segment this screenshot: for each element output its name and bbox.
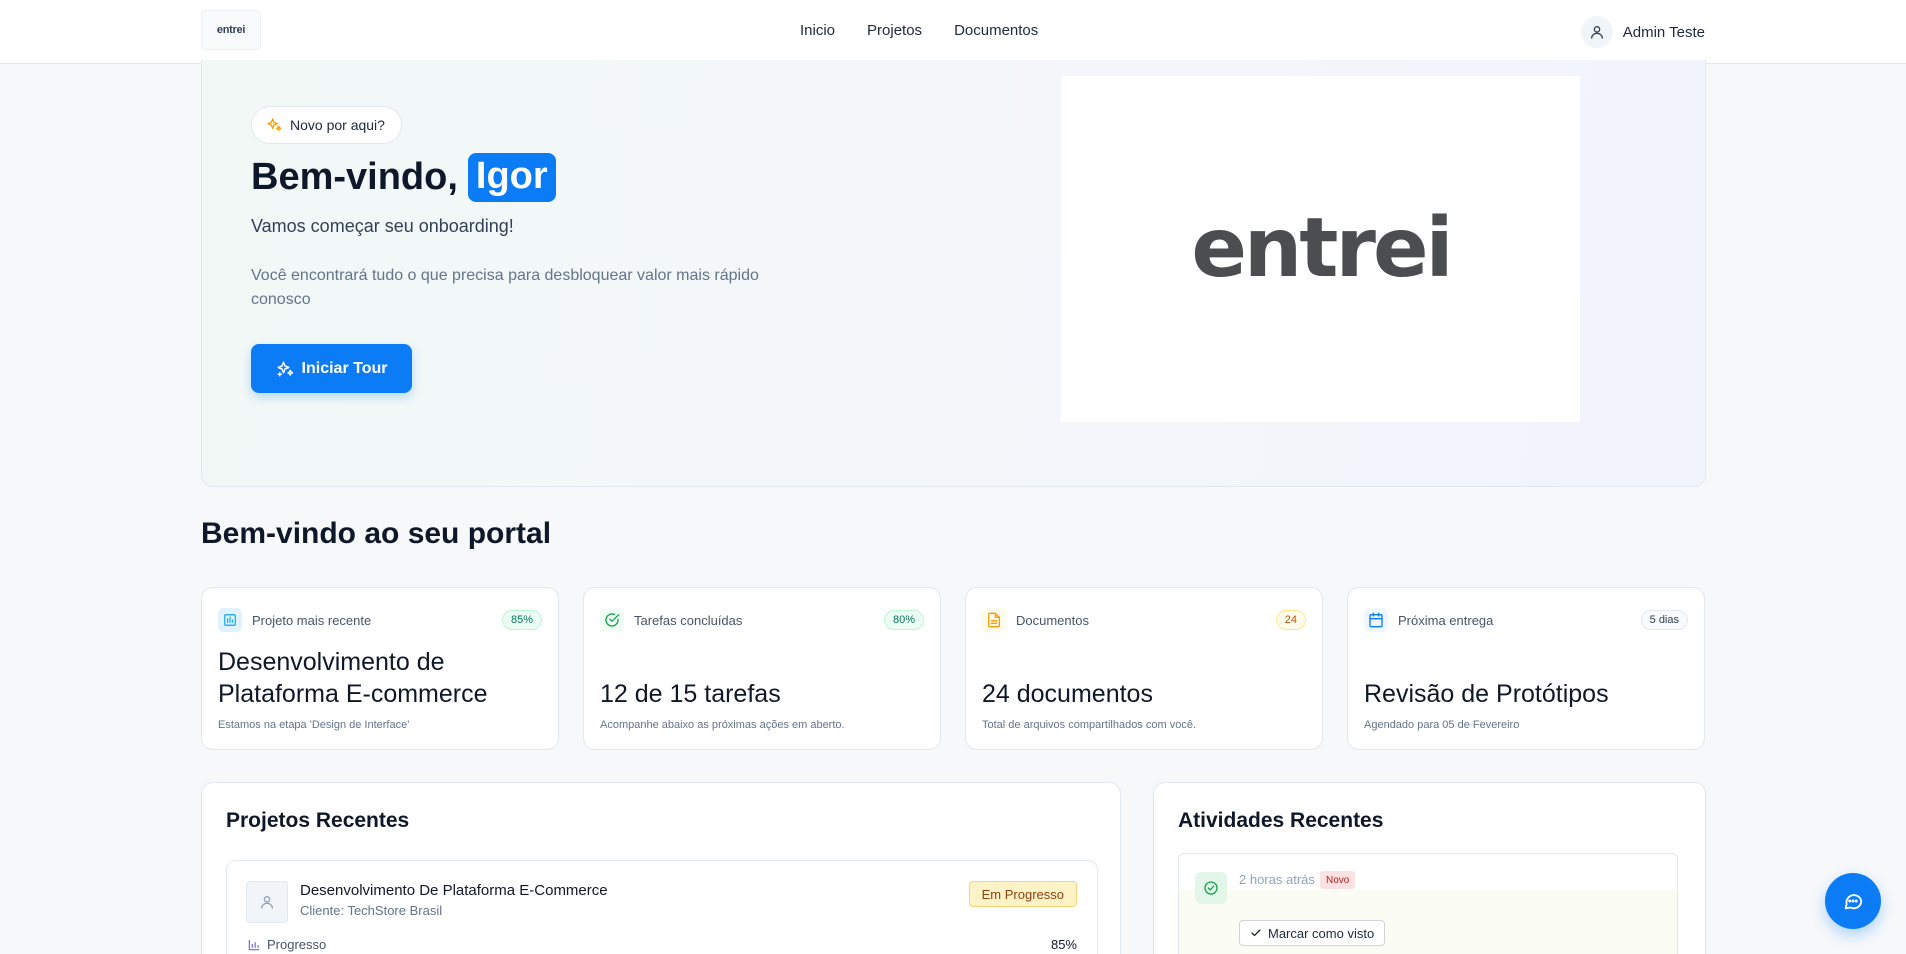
bar-chart-icon (248, 939, 260, 950)
stat-card-tasks[interactable]: Tarefas concluídas 80% 12 de 15 tarefas … (583, 587, 941, 750)
stat-badge: 5 dias (1640, 610, 1688, 630)
sparkles-icon (277, 361, 293, 376)
portal-title: Bem-vindo ao seu portal (201, 517, 552, 550)
status-badge: Em Progresso (968, 881, 1077, 907)
stat-note: Acompanhe abaixo as próximas ações em ab… (600, 719, 845, 731)
project-icon (218, 608, 242, 632)
stat-label: Tarefas concluídas (634, 612, 743, 628)
hero-user-name: Igor (467, 153, 556, 202)
hero-banner: Novo por aqui? Bem-vindo, Igor Vamos com… (201, 60, 1706, 487)
activity-item: 2 horas atrás Novo Marcar como visto (1178, 853, 1678, 954)
sparkles-icon (267, 118, 282, 131)
user-menu[interactable]: Admin Teste (1580, 16, 1705, 48)
stat-card-next-delivery[interactable]: Próxima entrega 5 dias Revisão de Protót… (1347, 587, 1705, 750)
project-progress-value: 85% (1050, 937, 1077, 952)
project-name[interactable]: Desenvolvimento De Plataforma E-Commerce (300, 882, 608, 899)
project-avatar (246, 881, 288, 923)
new-here-text: Novo por aqui? (290, 117, 385, 133)
activity-time: 2 horas atrás (1239, 872, 1315, 887)
mark-as-seen-button[interactable]: Marcar como visto (1239, 920, 1386, 946)
check-circle-icon (600, 608, 624, 632)
hero-title: Bem-vindo, Igor (251, 153, 556, 202)
user-icon (1590, 26, 1603, 39)
progress-text: Progresso (267, 937, 327, 952)
stat-value: 24 documentos (982, 680, 1153, 708)
nav-documentos[interactable]: Documentos (954, 22, 1038, 39)
stat-badge: 24 (1275, 610, 1306, 630)
recent-projects-panel: Projetos Recentes Desenvolvimento De Pla… (201, 782, 1121, 954)
nav-projetos[interactable]: Projetos (867, 22, 922, 39)
nav-inicio[interactable]: Inicio (800, 22, 835, 39)
calendar-icon (1364, 608, 1388, 632)
hero-description: Você encontrará tudo o que precisa para … (251, 267, 759, 308)
stat-badge: 80% (883, 610, 924, 630)
top-header: entrei Inicio Projetos Documentos Admin … (0, 0, 1906, 64)
stat-value: Desenvolvimento de Plataforma E-commerce (218, 648, 488, 708)
stat-value: 12 de 15 tarefas (600, 680, 781, 708)
new-badge: Novo (1320, 871, 1356, 889)
check-icon (1251, 929, 1261, 937)
recent-activities-panel: Atividades Recentes 2 horas atrás Novo M… (1153, 782, 1706, 954)
project-item[interactable]: Desenvolvimento De Plataforma E-Commerce… (226, 860, 1098, 954)
stat-badge: 85% (501, 610, 542, 630)
user-icon (261, 896, 273, 909)
document-icon (982, 608, 1006, 632)
user-avatar (1580, 16, 1613, 48)
recent-activities-title: Atividades Recentes (1178, 809, 1384, 832)
project-client: Cliente: TechStore Brasil (300, 903, 443, 918)
new-here-badge: Novo por aqui? (251, 106, 402, 144)
stat-note: Agendado para 05 de Fevereiro (1364, 719, 1520, 731)
header-logo[interactable]: entrei (201, 10, 261, 50)
stat-label: Projeto mais recente (252, 612, 372, 628)
start-tour-button[interactable]: Iniciar Tour (251, 344, 412, 393)
hero-title-prefix: Bem-vindo, (251, 156, 458, 198)
recent-projects-title: Projetos Recentes (226, 809, 410, 832)
stat-value: Revisão de Protótipos (1364, 680, 1609, 708)
stat-note: Estamos na etapa 'Design de Interface' (218, 719, 410, 731)
stat-card-latest-project[interactable]: Projeto mais recente 85% Desenvolvimento… (201, 587, 559, 750)
mark-as-seen-label: Marcar como visto (1268, 925, 1375, 941)
stat-label: Próxima entrega (1398, 612, 1494, 628)
user-name: Admin Teste (1622, 23, 1705, 41)
svg-text:entrei: entrei (1191, 204, 1450, 294)
entrei-logo: entrei (1191, 204, 1453, 294)
project-progress-label: Progresso (247, 937, 326, 952)
stat-note: Total de arquivos compartilhados com voc… (982, 719, 1196, 731)
main-nav: Inicio Projetos Documentos (800, 22, 1038, 39)
chat-bubble-icon (1844, 894, 1863, 910)
hero-logo-image: entrei (1061, 76, 1580, 422)
start-tour-label: Iniciar Tour (301, 359, 388, 377)
check-circle-icon (1195, 872, 1227, 904)
stat-label: Documentos (1016, 612, 1089, 628)
stat-card-documents[interactable]: Documentos 24 24 documentos Total de arq… (965, 587, 1323, 750)
chat-button[interactable] (1825, 873, 1881, 929)
hero-subtitle: Vamos começar seu onboarding! (251, 216, 514, 236)
